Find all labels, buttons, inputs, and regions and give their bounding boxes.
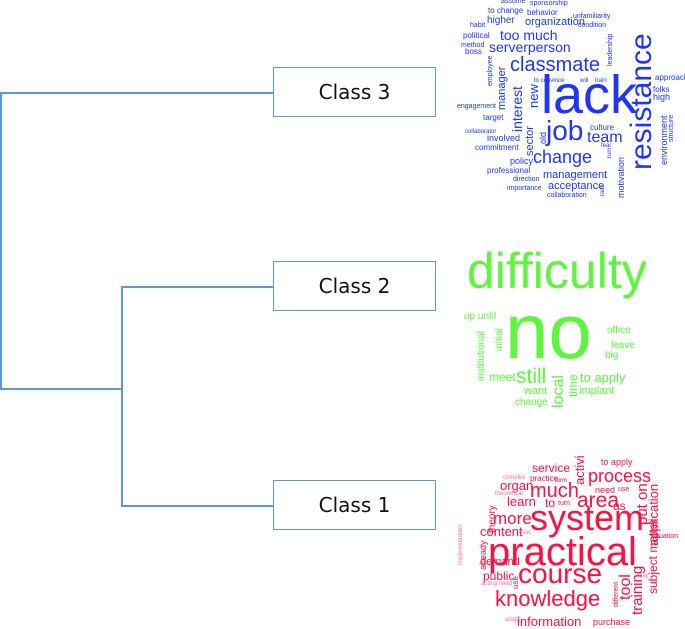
word: leadership <box>607 33 614 66</box>
word: condition <box>578 22 607 29</box>
word: change <box>533 147 593 167</box>
word: still <box>516 365 547 388</box>
word: collaboration <box>547 192 587 199</box>
word: time <box>566 374 580 397</box>
word: theoretical <box>495 491 523 497</box>
word: office <box>607 325 631 336</box>
word: subject matter <box>646 518 660 594</box>
connector-root-vertical <box>0 92 2 389</box>
word: local <box>550 375 567 408</box>
class-2-word-cloud: difficulty up until no institutional ini… <box>455 240 685 415</box>
word: different <box>613 581 620 607</box>
connector-class3-horizontal <box>0 92 273 94</box>
word: direction <box>513 176 540 183</box>
word: approach <box>655 73 685 82</box>
word: political <box>463 31 490 40</box>
word: day <box>639 573 649 579</box>
word: big <box>605 350 619 361</box>
class-2-box: Class 2 <box>273 261 436 311</box>
word: structure <box>668 114 675 142</box>
word: professional <box>487 166 531 175</box>
word: to change <box>488 6 524 15</box>
word: motivation <box>616 156 626 198</box>
word: demand <box>480 556 520 568</box>
word: rum <box>607 147 613 158</box>
word: lack <box>541 65 638 125</box>
word: change <box>515 397 548 408</box>
word: information <box>517 614 582 629</box>
word: acceptance <box>548 180 605 192</box>
connector-subcluster-vertical <box>121 286 123 506</box>
word: initial <box>494 328 505 351</box>
class-3-word-cloud: assume sponsorship to change behavior un… <box>455 0 685 200</box>
word: to apply <box>580 370 626 385</box>
word: importance <box>507 185 542 192</box>
word: use <box>618 486 630 493</box>
class-1-box: Class 1 <box>273 480 436 530</box>
class-1-word-cloud: to apply service activi process practice… <box>455 445 685 628</box>
connector-root-to-subcluster <box>0 388 123 390</box>
word: target <box>483 113 504 122</box>
word: knowledge <box>495 586 601 611</box>
word: want <box>524 385 548 397</box>
word: boss <box>465 47 482 56</box>
word: implant <box>579 385 615 397</box>
word: employee <box>487 55 494 86</box>
word: course <box>518 558 603 589</box>
word: implementation <box>458 524 464 565</box>
word: habit <box>470 22 486 29</box>
connector-class2-horizontal <box>121 286 273 288</box>
class-3-box: Class 3 <box>273 67 436 117</box>
word: acting need <box>481 581 513 587</box>
word: manager <box>496 66 508 110</box>
word: complex <box>503 475 526 481</box>
word: assume <box>501 0 526 5</box>
word: new <box>526 84 541 108</box>
word: sponsorship <box>530 0 568 7</box>
word: commitment <box>475 143 519 152</box>
word: serverperson <box>489 39 571 55</box>
word: service <box>532 461 571 475</box>
word: institutional <box>476 330 487 381</box>
word: ract <box>600 185 606 196</box>
word: policy <box>510 156 534 166</box>
word: purchase <box>593 617 631 627</box>
connector-class1-horizontal <box>121 505 273 507</box>
word: job <box>546 115 584 146</box>
word: higher <box>487 15 515 26</box>
word: involved <box>487 133 521 143</box>
word: interest <box>509 86 525 132</box>
word: engagement <box>457 103 496 110</box>
word: no <box>505 287 592 375</box>
word: up until <box>464 311 497 322</box>
word: old <box>538 131 548 144</box>
word: adapt <box>505 617 521 623</box>
word: meet <box>489 370 516 384</box>
word: resistance <box>625 33 658 170</box>
